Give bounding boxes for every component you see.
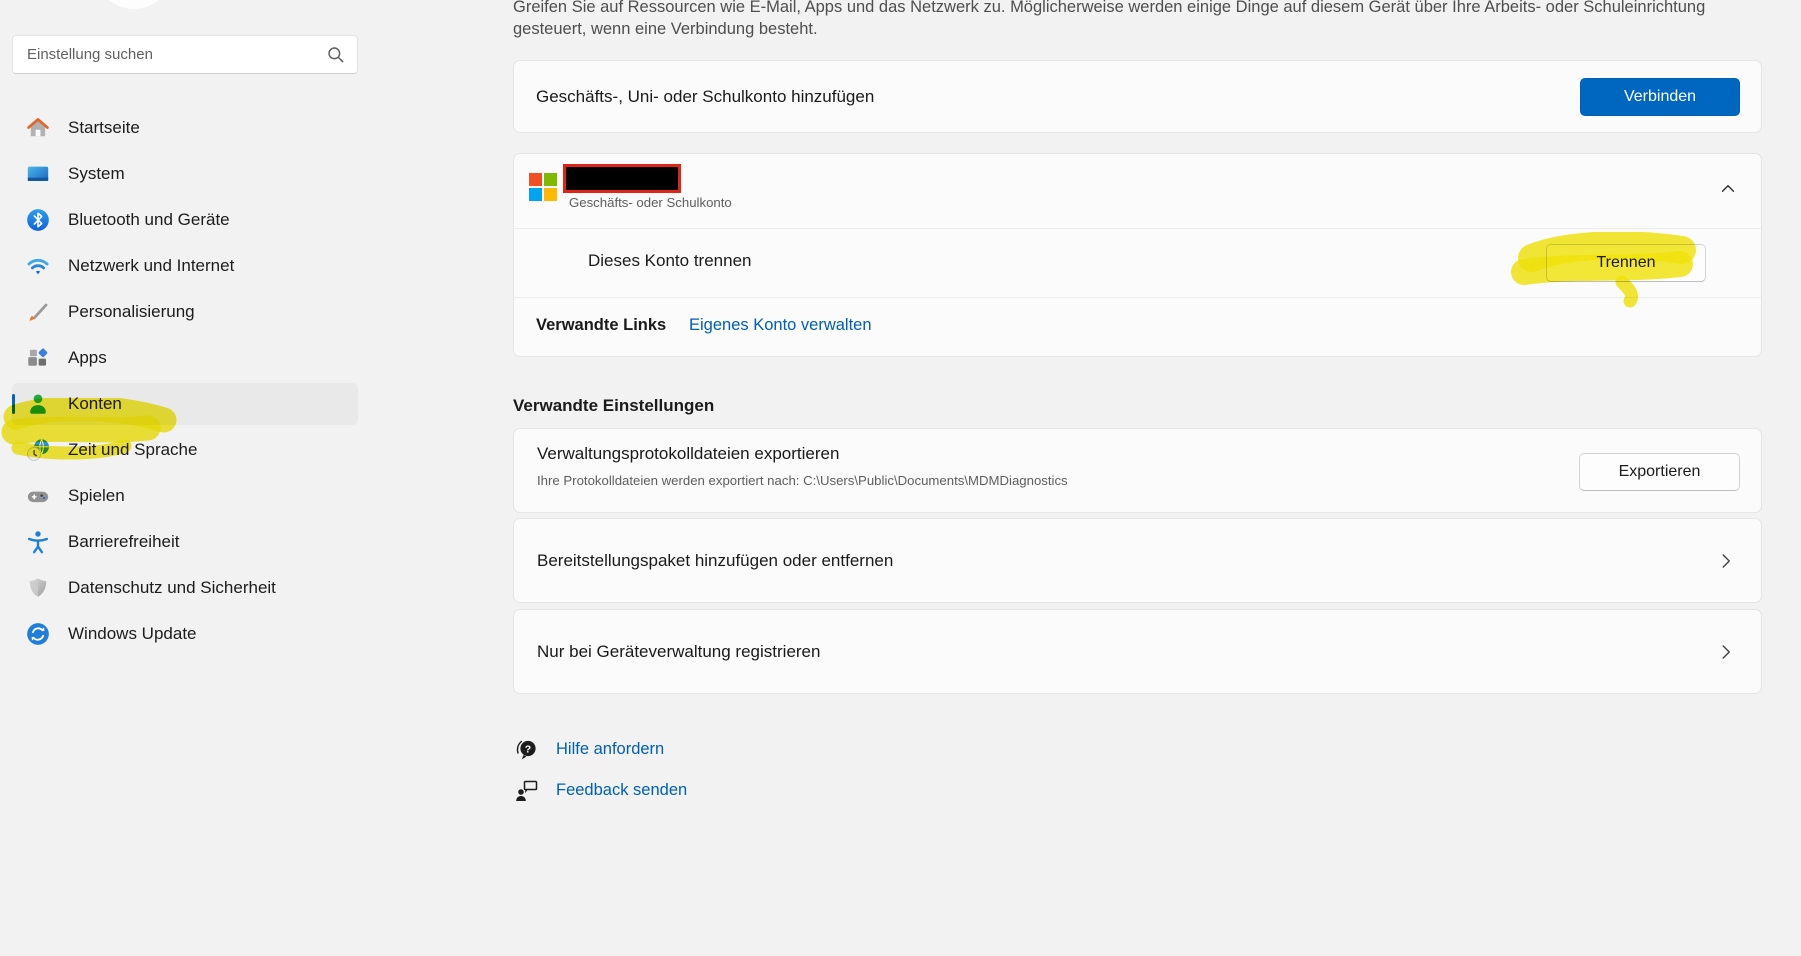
sidebar-item-label: Startseite [68, 118, 140, 138]
selected-indicator [12, 394, 15, 414]
sidebar-item-label: Zeit und Sprache [68, 440, 197, 460]
sidebar-item-apps[interactable]: Apps [12, 337, 358, 379]
sidebar-item-label: Barrierefreiheit [68, 532, 180, 552]
windows-update-icon [25, 621, 51, 647]
sidebar-item-label: Bluetooth und Geräte [68, 210, 230, 230]
time-language-icon [25, 437, 51, 463]
help-question-bubble-icon: ? [513, 736, 540, 763]
svg-text:?: ? [525, 743, 531, 755]
bluetooth-icon [25, 207, 51, 233]
sidebar-item-system[interactable]: System [12, 153, 358, 195]
sidebar-item-barrierefreiheit[interactable]: Barrierefreiheit [12, 521, 358, 563]
avatar [88, 0, 180, 9]
disconnect-row: Dieses Konto trennen Trennen [514, 228, 1761, 297]
add-account-card: Geschäfts-, Uni- oder Schulkonto hinzufü… [513, 60, 1762, 133]
search-box [12, 35, 358, 74]
sidebar-item-personalisierung[interactable]: Personalisierung [12, 291, 358, 333]
home-icon [25, 115, 51, 141]
sidebar-item-zeit-und-sprache[interactable]: Zeit und Sprache [12, 429, 358, 471]
windows-settings-page: { "sidebar": { "search_placeholder": "Ei… [0, 0, 1801, 956]
accessibility-icon [25, 529, 51, 555]
disconnect-label: Dieses Konto trennen [588, 251, 752, 271]
sidebar-item-startseite[interactable]: Startseite [12, 107, 358, 149]
search-input[interactable] [13, 36, 357, 73]
provisioning-package-row[interactable]: Bereitstellungspaket hinzufügen oder ent… [513, 518, 1762, 603]
sidebar-item-label: Netzwerk und Internet [68, 256, 234, 276]
manage-account-link[interactable]: Eigenes Konto verwalten [689, 316, 872, 335]
sidebar-item-datenschutz[interactable]: Datenschutz und Sicherheit [12, 567, 358, 609]
get-help-row: ? Hilfe anfordern [513, 735, 664, 763]
sidebar-item-label: Apps [68, 348, 107, 368]
apps-icon [25, 345, 51, 371]
device-management-label: Nur bei Geräteverwaltung registrieren [537, 642, 820, 662]
account-subtitle: Geschäfts- oder Schulkonto [569, 195, 732, 210]
sidebar-item-windows-update[interactable]: Windows Update [12, 613, 358, 655]
gaming-icon [25, 483, 51, 509]
send-feedback-row: Feedback senden [513, 776, 687, 804]
exportieren-button[interactable]: Exportieren [1579, 453, 1740, 491]
device-management-row[interactable]: Nur bei Geräteverwaltung registrieren [513, 609, 1762, 694]
provisioning-package-label: Bereitstellungspaket hinzufügen oder ent… [537, 551, 893, 571]
help-link[interactable]: Hilfe anfordern [556, 740, 664, 759]
chevron-right-icon [1715, 641, 1737, 663]
account-card: Geschäfts- oder Schulkonto Dieses Konto … [513, 153, 1762, 357]
related-links-row: Verwandte Links Eigenes Konto verwalten [514, 297, 1761, 358]
export-logs-subtitle: Ihre Protokolldateien werden exportiert … [537, 473, 1068, 488]
page-description: Greifen Sie auf Ressourcen wie E-Mail, A… [513, 0, 1769, 40]
sidebar-item-label: Konten [68, 394, 122, 414]
network-icon [25, 253, 51, 279]
export-logs-card: Verwaltungsprotokolldateien exportieren … [513, 428, 1762, 513]
sidebar-item-label: System [68, 164, 125, 184]
chevron-up-icon[interactable] [1717, 178, 1739, 200]
verbinden-button[interactable]: Verbinden [1580, 78, 1740, 116]
sidebar-item-label: Spielen [68, 486, 125, 506]
account-header-row[interactable]: Geschäfts- oder Schulkonto [514, 154, 1761, 228]
sidebar-item-konten[interactable]: Konten [12, 383, 358, 425]
sidebar-item-label: Personalisierung [68, 302, 195, 322]
redacted-account-name [563, 164, 681, 193]
related-settings-header: Verwandte Einstellungen [513, 396, 714, 416]
system-icon [25, 161, 51, 187]
sidebar-item-label: Datenschutz und Sicherheit [68, 578, 276, 598]
accounts-person-icon [25, 391, 51, 417]
privacy-shield-icon [25, 575, 51, 601]
feedback-person-bubble-icon [513, 777, 540, 804]
sidebar-item-netzwerk[interactable]: Netzwerk und Internet [12, 245, 358, 287]
search-icon [325, 44, 347, 66]
trennen-button[interactable]: Trennen [1546, 244, 1706, 282]
chevron-right-icon [1715, 550, 1737, 572]
settings-sidebar: Startseite System Bluetooth und Geräte [0, 0, 380, 956]
add-account-label: Geschäfts-, Uni- oder Schulkonto hinzufü… [536, 87, 874, 107]
sidebar-nav: Startseite System Bluetooth und Geräte [0, 103, 380, 659]
sidebar-item-spielen[interactable]: Spielen [12, 475, 358, 517]
sidebar-item-bluetooth[interactable]: Bluetooth und Geräte [12, 199, 358, 241]
related-links-label: Verwandte Links [536, 316, 666, 335]
personalization-brush-icon [25, 299, 51, 325]
feedback-link[interactable]: Feedback senden [556, 781, 687, 800]
microsoft-logo-icon [529, 173, 557, 201]
export-logs-title: Verwaltungsprotokolldateien exportieren [537, 444, 839, 464]
sidebar-item-label: Windows Update [68, 624, 197, 644]
